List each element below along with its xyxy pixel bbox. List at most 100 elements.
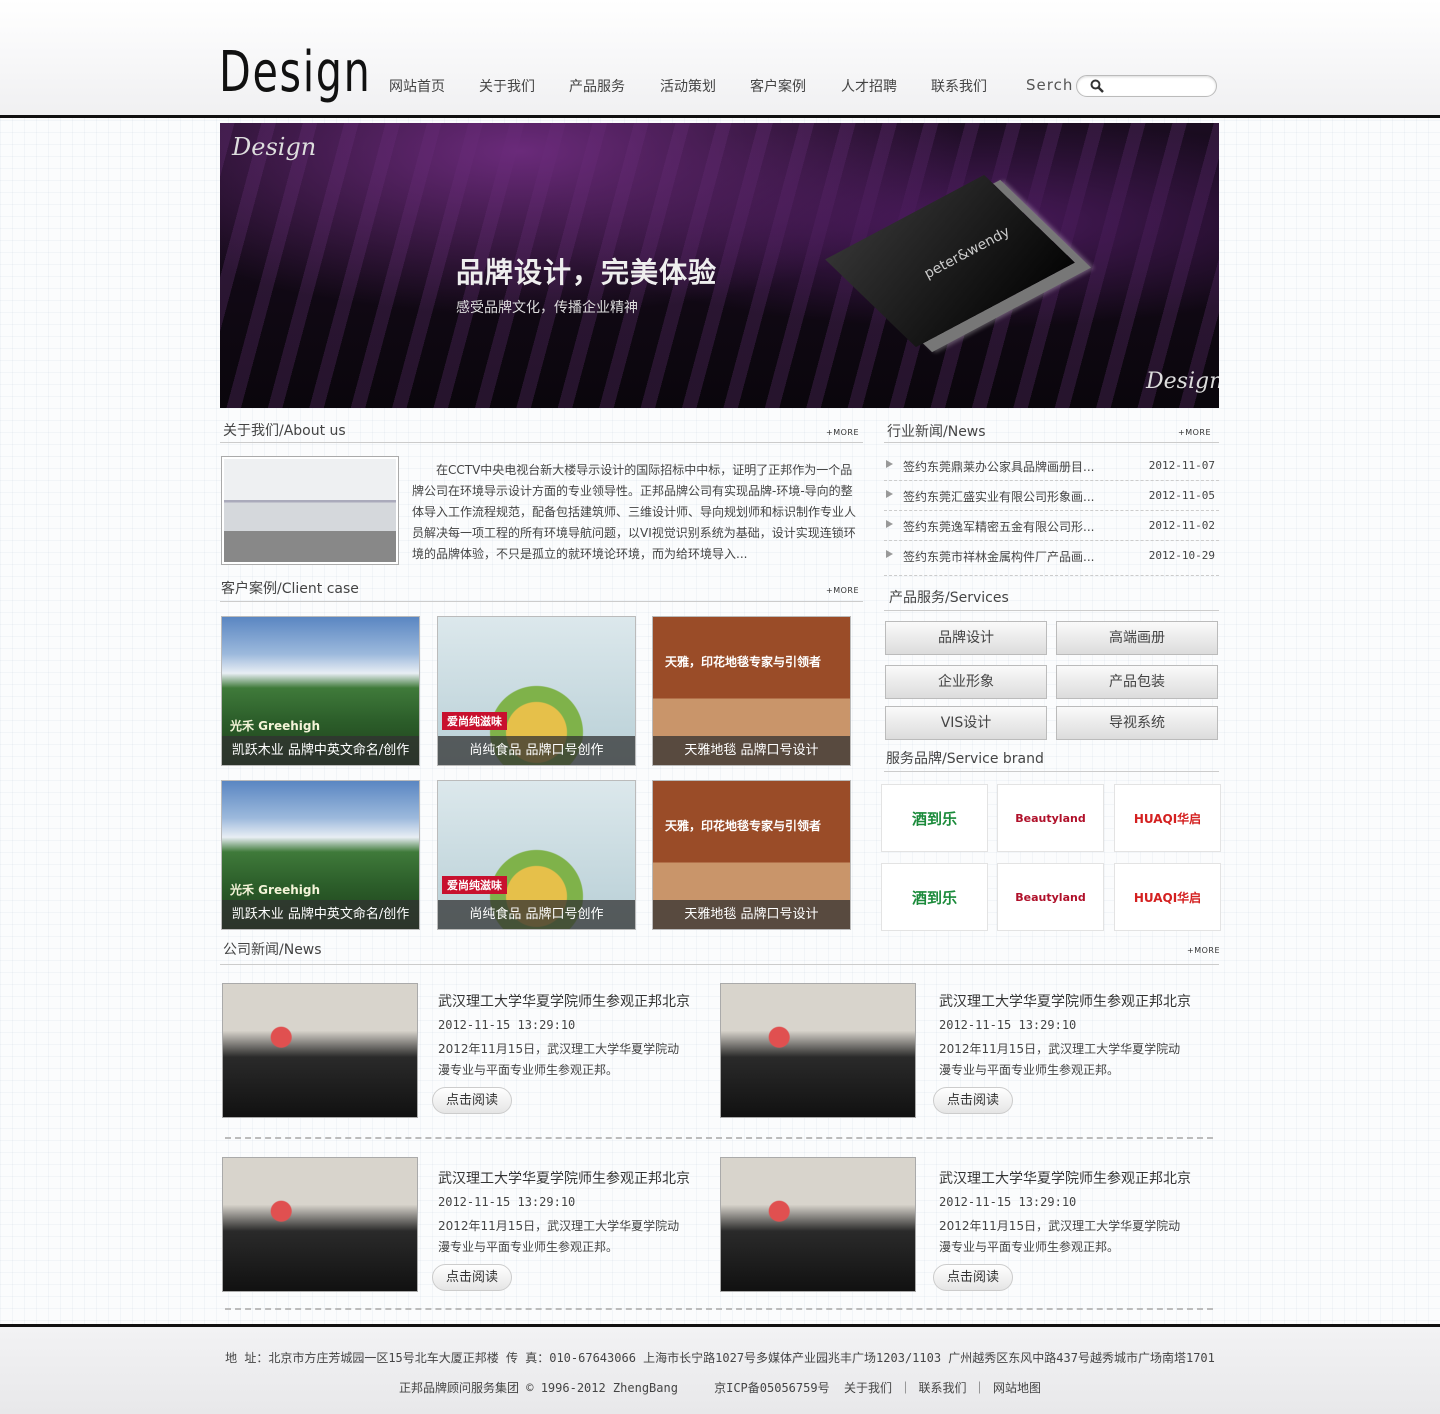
- service-button[interactable]: 产品包装: [1056, 665, 1218, 699]
- case-tag: 爱尚纯滋味: [442, 876, 507, 894]
- industry-news-more-link[interactable]: +MORE: [1178, 428, 1211, 437]
- footer-links-row: 正邦品牌顾问服务集团 © 1996-2012 ZhengBang 京ICP备05…: [399, 1381, 1041, 1395]
- news-description: 2012年11月15日，武汉理工大学华夏学院动漫专业与平面专业师生参观正邦。: [438, 1042, 680, 1077]
- case-card[interactable]: 天雅，印花地毯专家与引领者天雅地毯 品牌口号设计: [652, 780, 851, 930]
- arrow-right-icon: [886, 550, 893, 558]
- news-row[interactable]: 签约东莞汇盛实业有限公司形象画... 2012-11-05: [884, 481, 1219, 511]
- read-more-button[interactable]: 点击阅读: [933, 1264, 1013, 1291]
- news-photo[interactable]: [720, 1157, 916, 1292]
- service-button[interactable]: 企业形象: [885, 665, 1047, 699]
- case-card[interactable]: 天雅，印花地毯专家与引领者天雅地毯 品牌口号设计: [652, 616, 851, 766]
- divider: [884, 442, 1219, 443]
- case-caption[interactable]: 尚纯食品 品牌口号创作: [438, 736, 635, 765]
- case-tag: 天雅，印花地毯专家与引领者: [665, 819, 822, 833]
- case-caption[interactable]: 凯跃木业 品牌中英文命名/创作: [222, 736, 419, 765]
- service-button[interactable]: 高端画册: [1056, 621, 1218, 655]
- news-photo[interactable]: [222, 1157, 418, 1292]
- search-input[interactable]: [1110, 78, 1210, 94]
- brand-logo[interactable]: Beautyland: [997, 863, 1104, 931]
- divider: [220, 964, 1219, 965]
- news-photo[interactable]: [222, 983, 418, 1118]
- divider: [225, 1308, 1213, 1310]
- case-tag: 光禾 Greehigh: [230, 883, 321, 897]
- hero-banner[interactable]: Design Design 品牌设计，完美体验 感受品牌文化，传播企业精神 pe…: [220, 123, 1219, 408]
- read-more-button[interactable]: 点击阅读: [432, 1264, 512, 1291]
- news-photo[interactable]: [720, 983, 916, 1118]
- news-title[interactable]: 签约东莞鼎莱办公家具品牌画册目...: [903, 458, 1094, 475]
- brands-section-title: 服务品牌/Service brand: [886, 751, 1044, 767]
- case-tag: 天雅，印花地毯专家与引领者: [665, 655, 822, 669]
- service-button[interactable]: VIS设计: [885, 706, 1047, 740]
- nav-about[interactable]: 关于我们: [479, 76, 535, 96]
- banner-title: 品牌设计，完美体验: [456, 256, 718, 289]
- arrow-right-icon: [886, 520, 893, 528]
- news-title[interactable]: 签约东莞汇盛实业有限公司形象画...: [903, 488, 1094, 505]
- news-title[interactable]: 武汉理工大学华夏学院师生参观正邦北京: [939, 991, 1191, 1011]
- about-text: 在CCTV中央电视台新大楼导示设计的国际招标中中标，证明了正邦作为一个品牌公司在…: [412, 463, 857, 561]
- icp-number: 京ICP备05056759号: [714, 1381, 830, 1395]
- header: Design 网站首页 关于我们 产品服务 活动策划 客户案例 人才招聘 联系我…: [0, 0, 1440, 118]
- about-section-title: 关于我们/About us: [223, 423, 346, 439]
- read-more-button[interactable]: 点击阅读: [933, 1087, 1013, 1114]
- arrow-right-icon: [886, 460, 893, 468]
- footer-link-about[interactable]: 关于我们: [844, 1381, 892, 1395]
- nav-cases[interactable]: 客户案例: [750, 76, 806, 96]
- copyright: 正邦品牌顾问服务集团 © 1996-2012 ZhengBang: [399, 1381, 678, 1395]
- news-date: 2012-11-15 13:29:10: [939, 1195, 1077, 1209]
- search-label: Serch: [1026, 76, 1074, 94]
- footer-link-contact[interactable]: 联系我们: [919, 1381, 967, 1395]
- service-button[interactable]: 导视系统: [1056, 706, 1218, 740]
- news-title[interactable]: 签约东莞逸军精密五金有限公司形...: [903, 518, 1094, 535]
- news-description: 2012年11月15日，武汉理工大学华夏学院动漫专业与平面专业师生参观正邦。: [939, 1219, 1181, 1254]
- footer-address: 地 址：北京市方庄芳城园一区15号北车大厦正邦楼 传 真：010-6764306…: [225, 1351, 1215, 1365]
- company-news-more-link[interactable]: +MORE: [1187, 946, 1220, 955]
- banner-logo-script: Design: [232, 133, 317, 161]
- news-date: 2012-11-02: [1148, 519, 1215, 532]
- nav-products[interactable]: 产品服务: [569, 76, 625, 96]
- news-title[interactable]: 武汉理工大学华夏学院师生参观正邦北京: [438, 991, 690, 1011]
- search-icon[interactable]: [1090, 79, 1104, 93]
- banner-logo-script-bottom: Design: [1146, 369, 1219, 394]
- brand-logo[interactable]: HUAQI华启: [1114, 863, 1221, 931]
- brand-logo[interactable]: HUAQI华启: [1114, 784, 1221, 852]
- service-button[interactable]: 品牌设计: [885, 621, 1047, 655]
- news-date: 2012-11-05: [1148, 489, 1215, 502]
- news-date: 2012-11-15 13:29:10: [939, 1018, 1077, 1032]
- nav-events[interactable]: 活动策划: [660, 76, 716, 96]
- divider: [225, 1137, 1213, 1139]
- case-card[interactable]: 光禾 Greehigh 凯跃木业 品牌中英文命名/创作: [221, 780, 420, 930]
- nav-jobs[interactable]: 人才招聘: [841, 76, 897, 96]
- divider: [884, 610, 1219, 611]
- brand-logo[interactable]: 酒到乐: [881, 784, 988, 852]
- cases-more-link[interactable]: +MORE: [826, 586, 859, 595]
- news-row[interactable]: 签约东莞逸军精密五金有限公司形... 2012-11-02: [884, 511, 1219, 541]
- case-card[interactable]: 爱尚纯滋味尚纯食品 品牌口号创作: [437, 616, 636, 766]
- news-date: 2012-11-15 13:29:10: [438, 1195, 576, 1209]
- news-title[interactable]: 签约东莞市祥林金属构件厂产品画...: [903, 548, 1094, 565]
- read-more-button[interactable]: 点击阅读: [432, 1087, 512, 1114]
- industry-news-title: 行业新闻/News: [887, 424, 986, 440]
- site-logo[interactable]: Design: [219, 40, 372, 106]
- case-caption[interactable]: 尚纯食品 品牌口号创作: [438, 900, 635, 929]
- company-news-title: 公司新闻/News: [223, 942, 322, 958]
- news-title[interactable]: 武汉理工大学华夏学院师生参观正邦北京: [939, 1168, 1191, 1188]
- divider: [220, 442, 863, 443]
- footer-link-sitemap[interactable]: 网站地图: [993, 1381, 1041, 1395]
- brand-logo[interactable]: Beautyland: [997, 784, 1104, 852]
- case-card[interactable]: 爱尚纯滋味尚纯食品 品牌口号创作: [437, 780, 636, 930]
- news-title[interactable]: 武汉理工大学华夏学院师生参观正邦北京: [438, 1168, 690, 1188]
- news-row[interactable]: 签约东莞鼎莱办公家具品牌画册目... 2012-11-07: [884, 451, 1219, 481]
- case-caption[interactable]: 凯跃木业 品牌中英文命名/创作: [222, 900, 419, 929]
- brand-logo[interactable]: 酒到乐: [881, 863, 988, 931]
- nav-home[interactable]: 网站首页: [389, 76, 445, 96]
- case-card[interactable]: 光禾 Greehigh 凯跃木业 品牌中英文命名/创作: [221, 616, 420, 766]
- nav-contact[interactable]: 联系我们: [931, 76, 987, 96]
- about-more-link[interactable]: +MORE: [826, 428, 859, 437]
- case-tag: 爱尚纯滋味: [442, 712, 507, 730]
- news-description: 2012年11月15日，武汉理工大学华夏学院动漫专业与平面专业师生参观正邦。: [939, 1042, 1181, 1077]
- news-row[interactable]: 签约东莞市祥林金属构件厂产品画... 2012-10-29: [884, 541, 1219, 576]
- cases-section-title: 客户案例/Client case: [221, 581, 359, 597]
- case-caption[interactable]: 天雅地毯 品牌口号设计: [653, 900, 850, 929]
- office-photo: [221, 456, 399, 565]
- case-caption[interactable]: 天雅地毯 品牌口号设计: [653, 736, 850, 765]
